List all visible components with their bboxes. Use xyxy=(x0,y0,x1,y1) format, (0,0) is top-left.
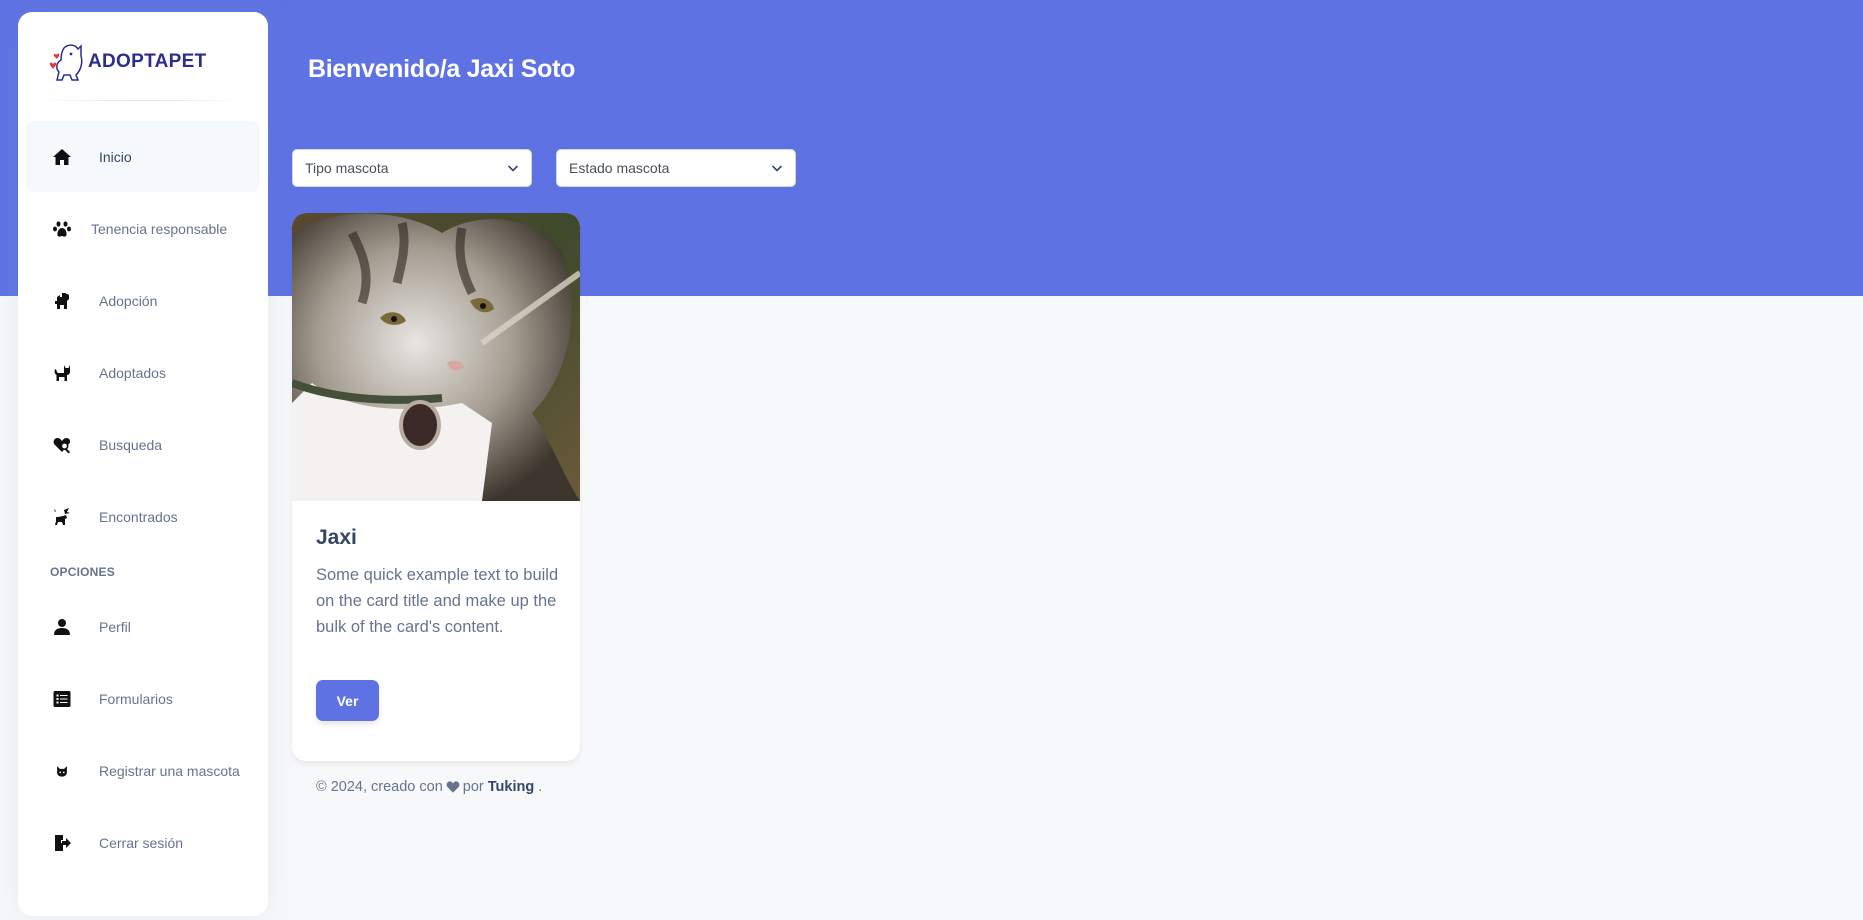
select-value: Tipo mascota xyxy=(305,160,389,176)
chevron-down-icon xyxy=(771,165,783,172)
footer-middle: por xyxy=(462,779,484,795)
chevron-down-icon xyxy=(507,165,519,172)
sidebar-item-tenencia[interactable]: Tenencia responsable xyxy=(26,193,260,264)
header-background xyxy=(0,0,1863,296)
sidebar-item-adoptados[interactable]: Adoptados xyxy=(26,337,260,408)
cat-face-icon xyxy=(51,760,73,782)
sidebar-item-label: Encontrados xyxy=(99,508,178,525)
tipo-mascota-select[interactable]: Tipo mascota xyxy=(292,149,532,187)
sidebar-item-label: Perfil xyxy=(99,618,131,635)
ver-button[interactable]: Ver xyxy=(316,680,379,721)
sidebar-item-encontrados[interactable]: Encontrados xyxy=(26,481,260,552)
user-icon xyxy=(51,616,73,638)
card-text: Some quick example text to build on the … xyxy=(316,566,559,636)
sidebar-item-perfil[interactable]: Perfil xyxy=(26,591,260,662)
footer: © 2024, creado con por Tuking . xyxy=(316,779,542,795)
sidebar-item-label: Tenencia responsable xyxy=(91,220,228,237)
sidebar-item-label: Formularios xyxy=(99,690,173,707)
pet-card: Jaxi Some quick example text to build on… xyxy=(292,213,580,761)
dog-cat-heart-logo xyxy=(49,44,83,81)
brand[interactable]: ADOPTAPET xyxy=(48,34,206,90)
dog-icon xyxy=(51,290,73,312)
sidebar-item-label: Busqueda xyxy=(99,436,163,453)
home-icon xyxy=(51,146,73,168)
sidebar-item-adopcion[interactable]: Adopción xyxy=(26,265,260,336)
sidebar-item-label: Adopción xyxy=(99,292,158,309)
sidebar-nav: Inicio Tenencia responsable Adopción Ado… xyxy=(26,121,260,879)
footer-suffix: . xyxy=(538,779,543,795)
logout-icon xyxy=(51,832,73,854)
sidebar-item-label: Adoptados xyxy=(99,364,166,381)
options-heading: OPCIONES xyxy=(50,565,115,579)
paw-icon xyxy=(51,218,73,240)
footer-prefix: © 2024, creado con xyxy=(316,779,443,795)
page-title: Bienvenido/a Jaxi Soto xyxy=(308,55,576,83)
dog-bird-icon xyxy=(51,506,73,528)
list-form-icon xyxy=(51,688,73,710)
sidebar-item-label: Cerrar sesión xyxy=(99,834,184,851)
cat-icon xyxy=(51,362,73,384)
brand-name: ADOPTAPET xyxy=(88,51,207,72)
select-value: Estado mascota xyxy=(569,160,670,176)
filters: Tipo mascota Estado mascota xyxy=(292,149,796,187)
card-title: Jaxi xyxy=(316,526,357,549)
cat-photo xyxy=(292,213,580,501)
sidebar-item-label: Inicio xyxy=(99,148,132,165)
sidebar-item-registrar-mascota[interactable]: Registrar una mascota xyxy=(26,735,260,806)
heart-search-icon xyxy=(51,434,73,456)
sidebar: ADOPTAPET Inicio Tenencia responsable Ad… xyxy=(18,12,268,916)
sidebar-item-label: Registrar una mascota xyxy=(99,762,240,779)
divider xyxy=(38,100,248,101)
heart-icon xyxy=(446,781,460,793)
estado-mascota-select[interactable]: Estado mascota xyxy=(556,149,796,187)
author-link[interactable]: Tuking xyxy=(488,779,534,795)
sidebar-item-cerrar-sesion[interactable]: Cerrar sesión xyxy=(26,807,260,878)
sidebar-item-inicio[interactable]: Inicio xyxy=(26,121,260,192)
sidebar-item-formularios[interactable]: Formularios xyxy=(26,663,260,734)
sidebar-item-busqueda[interactable]: Busqueda xyxy=(26,409,260,480)
card-body: Jaxi Some quick example text to build on… xyxy=(316,526,560,640)
